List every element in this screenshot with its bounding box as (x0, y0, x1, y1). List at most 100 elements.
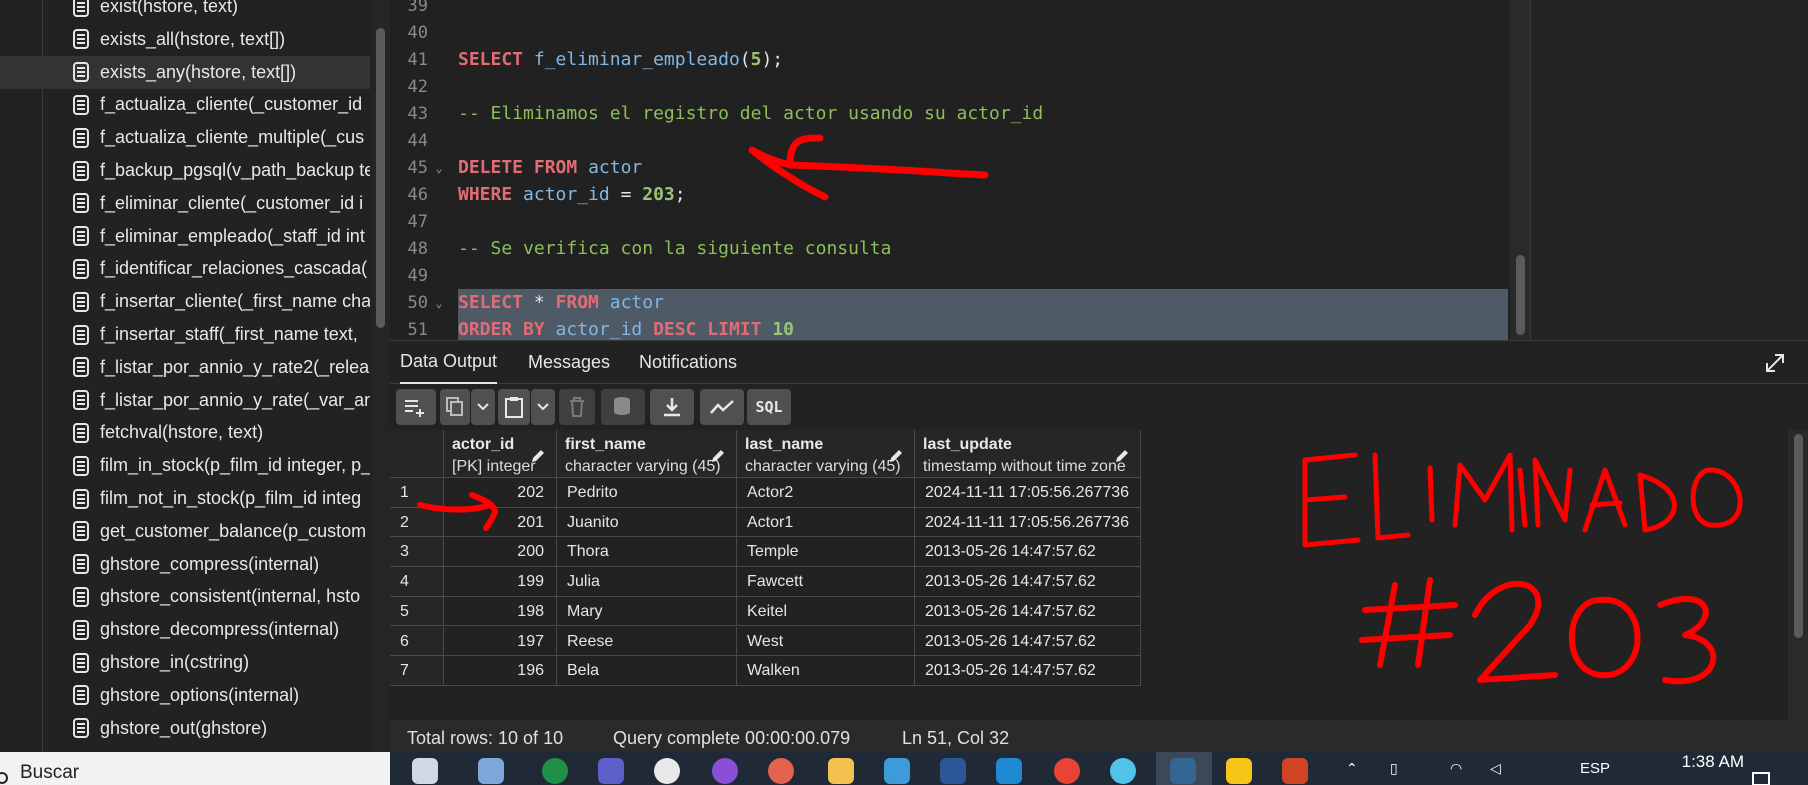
code-line[interactable]: 41 SELECT f_eliminar_empleado(5); (390, 46, 1510, 73)
cell-last-update[interactable]: 2024-11-11 17:05:56.267736 (915, 478, 1141, 508)
app-icon-bps[interactable] (1226, 758, 1252, 784)
cell-actor-id[interactable]: 198 (444, 596, 557, 627)
app-icon-anaconda[interactable] (654, 758, 680, 784)
task-view-icon[interactable] (412, 758, 438, 784)
tree-item-function[interactable]: ghstore_out(ghstore) (0, 712, 370, 745)
app-icon-react[interactable] (1110, 758, 1136, 784)
cell-actor-id[interactable]: 201 (444, 507, 557, 538)
paste-button[interactable] (498, 389, 530, 425)
cell-actor-id[interactable]: 202 (444, 478, 557, 508)
copy-options-dropdown[interactable] (471, 389, 495, 425)
app-icon-github[interactable] (712, 758, 738, 784)
row-number[interactable]: 2 (390, 507, 444, 538)
tree-item-function[interactable]: ghstore_options(internal) (0, 679, 370, 712)
device-icon[interactable]: ▯ (1390, 760, 1398, 777)
cell-last-update[interactable]: 2013-05-26 14:47:57.62 (915, 567, 1141, 597)
app-icon-mongodb[interactable] (542, 758, 568, 784)
app-icon-teams[interactable] (598, 758, 624, 784)
column-header-last-name[interactable]: last_name character varying (45) (737, 430, 915, 478)
volume-icon[interactable]: ◁ (1490, 760, 1501, 777)
tree-item-function[interactable]: f_listar_por_annio_y_rate2(_releas (0, 351, 370, 384)
tree-item-function[interactable]: f_backup_pgsql(v_path_backup te (0, 154, 370, 187)
code-line[interactable]: 46 WHERE actor_id = 203; (390, 181, 1510, 208)
cell-last-update[interactable]: 2013-05-26 14:47:57.62 (915, 626, 1141, 657)
code-line[interactable]: 49 (390, 262, 1510, 289)
tab-messages[interactable]: Messages (528, 341, 610, 384)
paste-options-dropdown[interactable] (531, 389, 555, 425)
app-icon-chrome[interactable] (1054, 758, 1080, 784)
code-line[interactable]: 47 (390, 208, 1510, 235)
app-icon-pgadmin[interactable] (1170, 758, 1196, 784)
notification-icon[interactable] (1752, 772, 1770, 785)
tree-item-function[interactable]: film_not_in_stock(p_film_id integ (0, 482, 370, 515)
cell-last-update[interactable]: 2013-05-26 14:47:57.62 (915, 596, 1141, 627)
tree-item-function[interactable]: exists_any(hstore, text[]) (0, 55, 370, 89)
column-header-first-name[interactable]: first_name character varying (45) (557, 430, 737, 478)
row-number[interactable]: 6 (390, 626, 444, 657)
tree-item-function[interactable]: f_insertar_staff(_first_name text, (0, 318, 370, 351)
tree-item-function[interactable]: fetchval(hstore, text) (0, 416, 370, 449)
grid-corner-cell[interactable] (390, 430, 444, 478)
app-icon-postman[interactable] (768, 758, 794, 784)
tree-item-function[interactable]: f_actualiza_cliente(_customer_id (0, 88, 370, 121)
cell-actor-id[interactable]: 196 (444, 656, 557, 686)
sql-button[interactable]: SQL (747, 389, 791, 425)
code-line[interactable]: 48 -- Se verifica con la siguiente consul… (390, 235, 1510, 262)
tree-item-function[interactable]: f_identificar_relaciones_cascada( (0, 252, 370, 285)
tree-item-function[interactable]: f_listar_por_annio_y_rate(_var_an (0, 384, 370, 417)
tree-item-function[interactable]: exist(hstore, text) (0, 0, 370, 23)
app-icon-notepad[interactable] (478, 758, 504, 784)
cell-last-name[interactable]: West (737, 626, 915, 657)
tree-item-function[interactable]: f_eliminar_cliente(_customer_id i (0, 187, 370, 220)
cell-last-name[interactable]: Walken (737, 656, 915, 686)
code-line[interactable]: 43 -- Eliminamos el registro del actor us… (390, 100, 1510, 127)
cell-first-name[interactable]: Reese (557, 626, 737, 657)
tree-item-function[interactable]: ghstore_compress(internal) (0, 548, 370, 581)
cell-last-update[interactable]: 2024-11-11 17:05:56.267736 (915, 507, 1141, 538)
app-icon-file-explorer[interactable] (828, 758, 854, 784)
fold-chevron-icon[interactable]: ⌄ (428, 161, 450, 175)
cell-last-update[interactable]: 2013-05-26 14:47:57.62 (915, 537, 1141, 568)
cell-first-name[interactable]: Mary (557, 596, 737, 627)
cell-actor-id[interactable]: 197 (444, 626, 557, 657)
language-indicator[interactable]: ESP (1580, 760, 1610, 777)
cell-actor-id[interactable]: 200 (444, 537, 557, 568)
tree-item-function[interactable]: ghstore_decompress(internal) (0, 613, 370, 646)
graph-visualiser-button[interactable] (700, 389, 744, 425)
app-icon-calculator[interactable] (884, 758, 910, 784)
tree-item-function[interactable]: f_eliminar_empleado(_staff_id int (0, 220, 370, 253)
cell-first-name[interactable]: Bela (557, 656, 737, 686)
code-line[interactable]: 44 (390, 127, 1510, 154)
app-icon-powerpoint[interactable] (1282, 758, 1308, 784)
tree-item-function[interactable]: ghstore_in(cstring) (0, 646, 370, 679)
chevron-up-icon[interactable]: ⌃ (1346, 760, 1358, 777)
save-data-button[interactable] (601, 389, 645, 425)
code-line[interactable]: 50 ⌄ SELECT * FROM actor (390, 289, 1510, 316)
column-header-actor-id[interactable]: actor_id [PK] integer (444, 430, 557, 478)
clock-time[interactable]: 1:38 AM (1682, 752, 1744, 772)
tree-item-function[interactable]: get_customer_balance(p_custom (0, 515, 370, 548)
edit-pencil-icon[interactable] (710, 448, 726, 464)
add-row-button[interactable] (396, 389, 436, 425)
tree-item-function[interactable]: f_actualiza_cliente_multiple(_cus (0, 121, 370, 154)
code-line[interactable]: 40 (390, 19, 1510, 46)
cell-actor-id[interactable]: 199 (444, 567, 557, 597)
code-line[interactable]: 45 ⌄ DELETE FROM actor (390, 154, 1510, 181)
cell-first-name[interactable]: Juanito (557, 507, 737, 538)
row-number[interactable]: 1 (390, 478, 444, 508)
code-line[interactable]: 51 ORDER BY actor_id DESC LIMIT 10 (390, 316, 1510, 340)
tree-item-function[interactable]: exists_all(hstore, text[]) (0, 23, 370, 56)
app-icon-word[interactable] (940, 758, 966, 784)
column-header-last-update[interactable]: last_update timestamp without time zone (915, 430, 1141, 478)
code-line[interactable]: 42 (390, 73, 1510, 100)
wifi-icon[interactable]: ◠ (1450, 760, 1462, 777)
cell-last-name[interactable]: Actor2 (737, 478, 915, 508)
edit-pencil-icon[interactable] (1114, 448, 1130, 464)
cell-last-name[interactable]: Actor1 (737, 507, 915, 538)
cell-last-name[interactable]: Keitel (737, 596, 915, 627)
taskbar-search-box[interactable]: Buscar (0, 752, 390, 785)
code-line[interactable]: 39 (390, 0, 1510, 19)
query-editor[interactable]: 39 40 41 SELECT f_eliminar_empleado(5); 42 43… (390, 0, 1530, 340)
grid-scrollbar-thumb[interactable] (1794, 434, 1803, 638)
row-number[interactable]: 3 (390, 537, 444, 568)
